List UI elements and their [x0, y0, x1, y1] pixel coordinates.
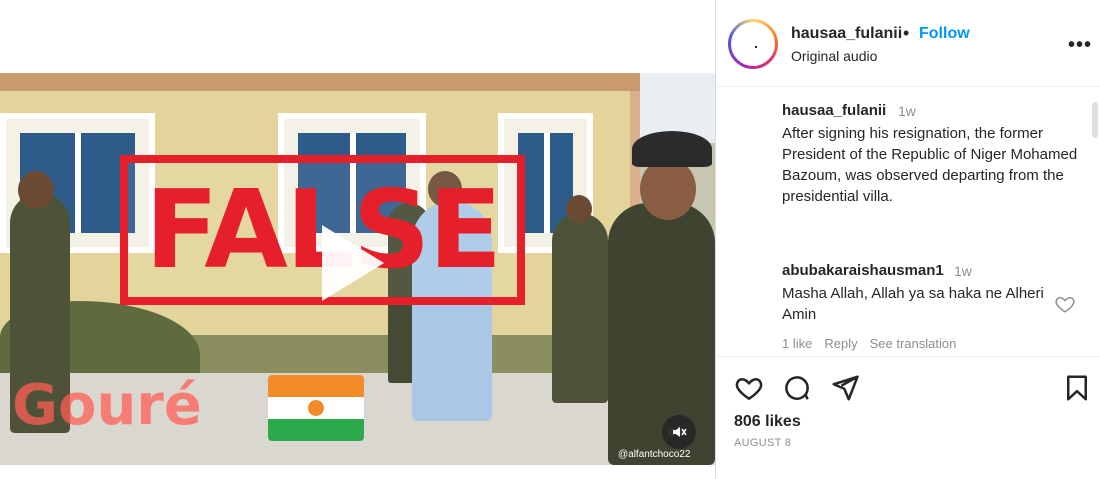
flag-sun	[308, 400, 324, 416]
avatar[interactable]	[728, 19, 778, 69]
speaker-muted-icon	[673, 427, 687, 437]
post-date[interactable]: AUGUST 8	[734, 437, 791, 449]
play-icon[interactable]	[322, 225, 384, 301]
flag-band-orange	[268, 375, 364, 397]
caption-timestamp[interactable]: 1w	[898, 103, 916, 119]
heart-icon[interactable]	[734, 373, 764, 403]
caption-text: After signing his resignation, the forme…	[782, 125, 1078, 205]
follow-button[interactable]: Follow	[919, 25, 970, 43]
likes-count[interactable]: 806 likes	[734, 413, 801, 431]
soldier-head	[566, 195, 592, 223]
bookmark-icon[interactable]	[1062, 373, 1092, 403]
comment-likes-count[interactable]: 1 like	[782, 336, 812, 351]
comment-timestamp[interactable]: 1w	[954, 263, 972, 279]
comment-avatar[interactable]	[734, 256, 772, 294]
soldier-figure-foreground	[608, 203, 715, 465]
more-options-button[interactable]: •••	[1068, 34, 1092, 57]
video-player[interactable]: FALSE Gouré ok @alfantchoco22	[0, 73, 715, 465]
city-caption-overlay: Gouré	[12, 373, 202, 438]
soldier-figure	[552, 213, 608, 403]
see-translation-button[interactable]: See translation	[870, 336, 957, 351]
comment-meta: 1 like Reply See translation	[782, 336, 956, 351]
niger-flag-icon	[268, 375, 364, 441]
comment-icon[interactable]	[782, 373, 812, 403]
flag-band-green	[268, 419, 364, 441]
post-header: hausaa_fulanii • Follow Original audio •…	[716, 0, 1100, 87]
comments-scrollbar[interactable]	[1092, 102, 1098, 138]
comments-section[interactable]: hausaa_fulanii 1w After signing his resi…	[716, 88, 1100, 356]
comment-username[interactable]: abubakaraishausman1	[782, 262, 944, 279]
comment-text: Masha Allah, Allah ya sa haka ne Alheri …	[782, 285, 1044, 323]
soldier-head	[640, 158, 696, 220]
avatar-dot	[755, 46, 757, 48]
avatar-image	[731, 22, 775, 66]
soldier-cap	[632, 131, 712, 167]
reply-button[interactable]: Reply	[824, 336, 857, 351]
flag-band-white	[268, 397, 364, 419]
video-watermark: @alfantchoco22	[618, 449, 691, 460]
post-author-username[interactable]: hausaa_fulanii	[791, 25, 902, 43]
media-pane: FALSE Gouré ok @alfantchoco22	[0, 0, 715, 479]
audio-link[interactable]: Original audio	[791, 48, 877, 64]
share-icon[interactable]	[830, 373, 860, 403]
comment-like-icon[interactable]	[1054, 293, 1076, 315]
caption-username[interactable]: hausaa_fulanii	[782, 102, 886, 119]
post-actions: 806 likes AUGUST 8	[716, 356, 1100, 479]
mute-button[interactable]	[662, 415, 696, 449]
soldier-head	[18, 171, 54, 209]
video-scene-roofline	[0, 73, 640, 91]
header-separator: •	[903, 23, 910, 43]
